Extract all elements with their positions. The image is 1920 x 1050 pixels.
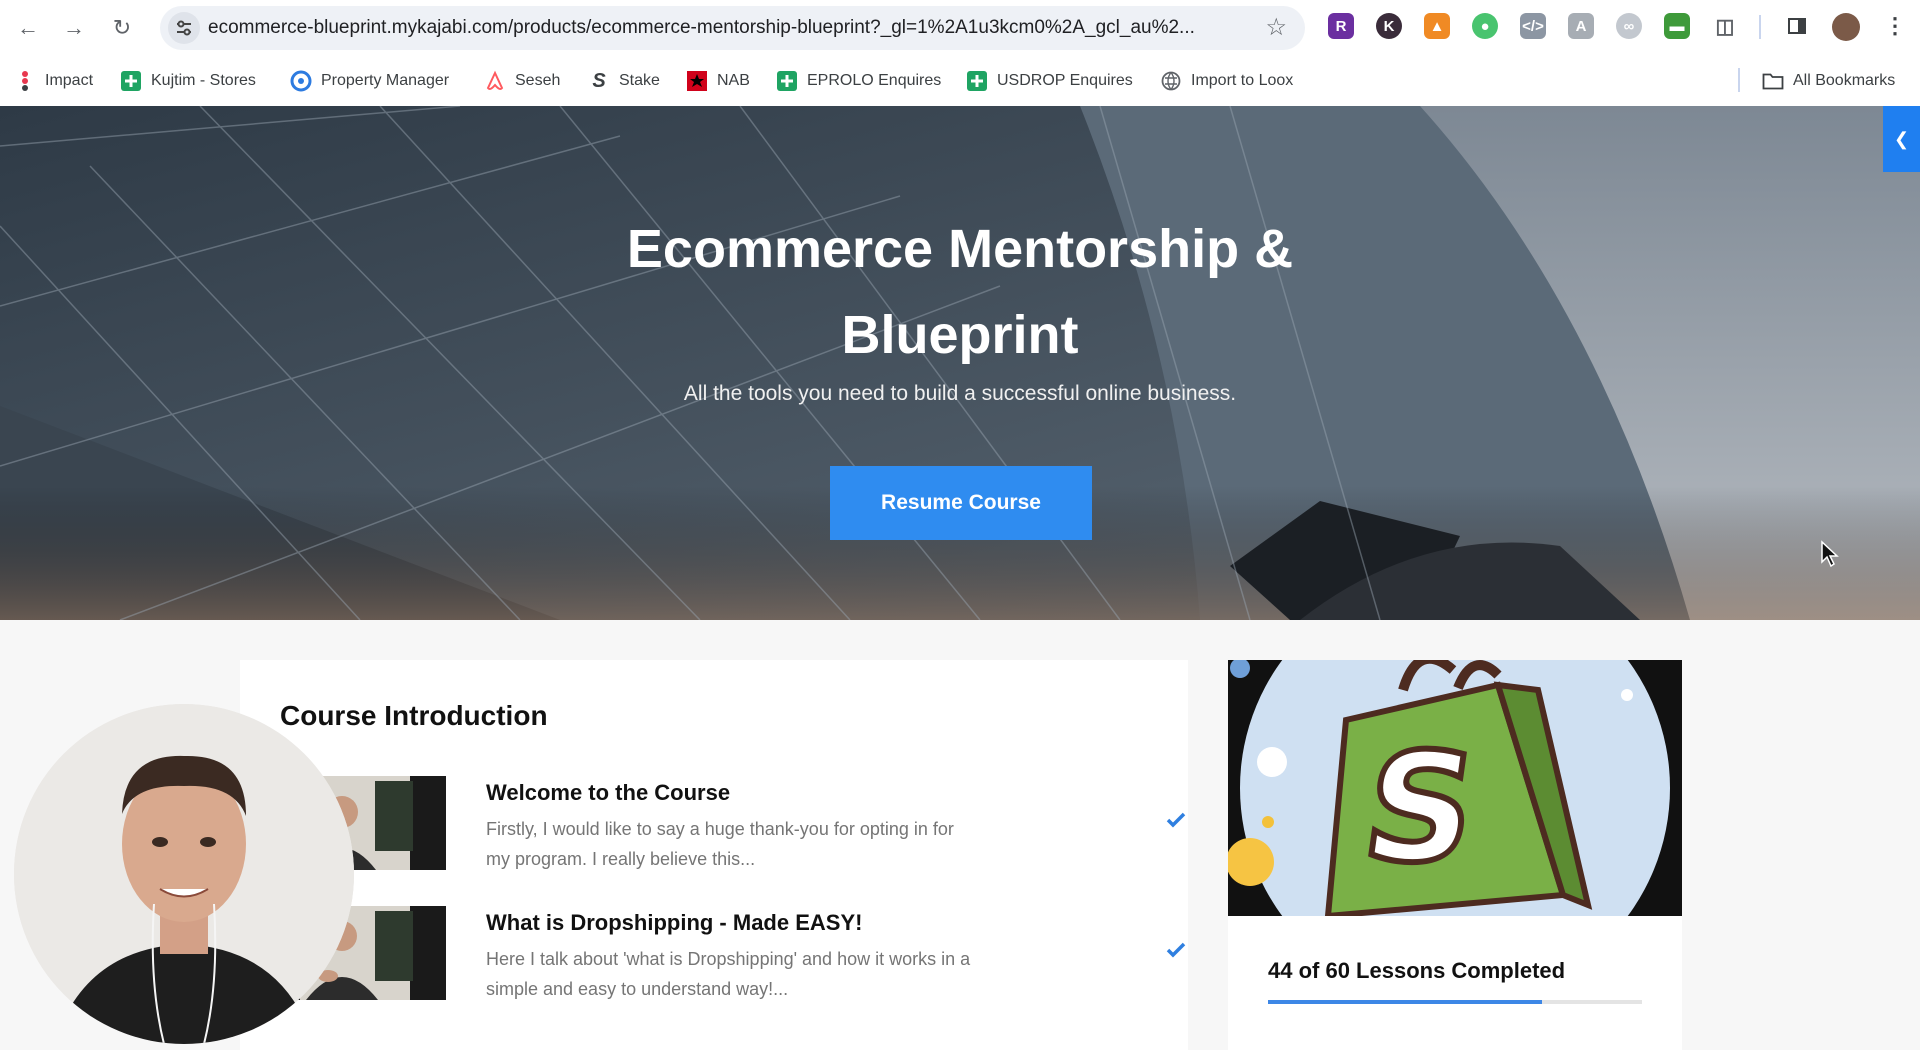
- bookmark-label: Import to Loox: [1191, 72, 1294, 89]
- sidebar-toggle[interactable]: ❮: [1883, 106, 1920, 172]
- extension-r-icon[interactable]: R: [1328, 13, 1354, 39]
- bookmark-star-icon[interactable]: ☆: [1265, 12, 1287, 44]
- lesson-description: Firstly, I would like to say a huge than…: [486, 814, 1046, 874]
- lesson-item[interactable]: Welcome to the Course Firstly, I would l…: [280, 776, 1186, 876]
- bookmark-label: USDROP Enquires: [997, 72, 1133, 89]
- bookmark-label: Property Manager: [321, 72, 450, 89]
- extensions-puzzle-icon[interactable]: ◫: [1712, 13, 1738, 39]
- course-title-line-1: Ecommerce Mentorship &: [626, 219, 1294, 279]
- lesson-description: Here I talk about 'what is Dropshipping'…: [486, 944, 1046, 1004]
- site-settings-icon[interactable]: [168, 12, 200, 44]
- bookmark-label: Kujtim - Stores: [151, 72, 256, 89]
- bookmark-usdrop-enquires[interactable]: USDROP Enquires: [966, 66, 1133, 96]
- lessons-completed-label: 44 of 60 Lessons Completed: [1268, 958, 1566, 983]
- extension-android-icon[interactable]: ●: [1472, 13, 1498, 39]
- lesson-title[interactable]: Welcome to the Course: [486, 780, 730, 806]
- extension-link-icon[interactable]: ∞: [1616, 13, 1642, 39]
- reload-icon[interactable]: ↻: [104, 10, 140, 46]
- course-introduction-card: Course Introduction Welcome to the Cours…: [240, 660, 1188, 1050]
- folder-icon: [1762, 70, 1784, 92]
- all-bookmarks[interactable]: All Bookmarks: [1762, 66, 1895, 96]
- resume-course-button[interactable]: Resume Course: [830, 466, 1092, 540]
- webcam-overlay[interactable]: [14, 704, 354, 1044]
- lesson-description-line: Here I talk about 'what is Dropshipping'…: [486, 949, 971, 969]
- sheets-plus-icon: [120, 70, 142, 92]
- course-title: Ecommerce Mentorship & Blueprint: [560, 206, 1360, 378]
- bookmarks-bar: Impact Kujtim - Stores Property Manager …: [0, 56, 1920, 107]
- extension-k-icon[interactable]: K: [1376, 13, 1402, 39]
- bookmark-seseh[interactable]: Seseh: [484, 66, 560, 96]
- extension-glasses-icon[interactable]: ▬: [1664, 13, 1690, 39]
- extension-a-icon[interactable]: A: [1568, 13, 1594, 39]
- bookmark-import-to-loox[interactable]: Import to Loox: [1160, 66, 1293, 96]
- bookmark-stake[interactable]: S Stake: [588, 66, 660, 96]
- all-bookmarks-label: All Bookmarks: [1793, 72, 1896, 89]
- lesson-description-line: simple and easy to understand way!...: [486, 979, 789, 999]
- bookmark-label: EPROLO Enquires: [807, 72, 942, 89]
- bookmark-property-manager[interactable]: Property Manager: [290, 66, 449, 96]
- bookmark-label: Stake: [619, 72, 660, 89]
- section-title: Course Introduction: [280, 700, 548, 731]
- lesson-item[interactable]: What is Dropshipping - Made EASY! Here I…: [280, 906, 1186, 1006]
- address-bar[interactable]: ecommerce-blueprint.mykajabi.com/product…: [160, 6, 1305, 50]
- presenter-video-image: [14, 704, 354, 1044]
- course-title-line-2: Blueprint: [841, 305, 1079, 365]
- mouse-cursor-icon: [1821, 540, 1839, 568]
- bookmarks-divider: [1738, 68, 1740, 92]
- browser-menu-icon[interactable]: ⋮: [1882, 13, 1908, 39]
- hero-banner: Ecommerce Mentorship & Blueprint All the…: [0, 106, 1920, 620]
- bookmark-kujtim-stores[interactable]: Kujtim - Stores: [120, 66, 256, 96]
- completed-check-icon: [1166, 812, 1186, 828]
- lesson-description-line: my program. I really believe this...: [486, 849, 756, 869]
- forward-arrow-icon[interactable]: →: [56, 10, 92, 46]
- toolbar-divider: [1759, 15, 1761, 39]
- bookmark-label: Impact: [45, 72, 94, 89]
- extension-code-icon[interactable]: </>: [1520, 13, 1546, 39]
- profile-avatar[interactable]: [1832, 13, 1860, 41]
- globe-icon: [1160, 70, 1182, 92]
- extension-fox-icon[interactable]: ▲: [1424, 13, 1450, 39]
- lesson-title[interactable]: What is Dropshipping - Made EASY!: [486, 910, 862, 936]
- back-arrow-icon[interactable]: ←: [10, 10, 46, 46]
- bookmark-label: Seseh: [515, 72, 561, 89]
- lesson-description-line: Firstly, I would like to say a huge than…: [486, 819, 954, 839]
- sheets-plus-icon: [966, 70, 988, 92]
- bookmark-eprolo-enquires[interactable]: EPROLO Enquires: [776, 66, 941, 96]
- url-text[interactable]: ecommerce-blueprint.mykajabi.com/product…: [208, 6, 1218, 50]
- course-progress-card: S 44 of 60 Lessons Completed: [1228, 660, 1682, 1050]
- chevron-left-icon: ❮: [1893, 128, 1910, 149]
- completed-check-icon: [1166, 942, 1186, 958]
- stake-icon: S: [592, 69, 606, 92]
- property-manager-icon: [290, 70, 312, 92]
- airbnb-icon: [484, 70, 506, 92]
- sheets-plus-icon: [776, 70, 798, 92]
- progress-bar: [1268, 1000, 1642, 1004]
- course-subtitle: All the tools you need to build a succes…: [683, 382, 1237, 405]
- bookmark-nab[interactable]: NAB: [686, 66, 750, 96]
- bookmark-impact[interactable]: Impact: [14, 66, 93, 96]
- nab-star-icon: [686, 70, 708, 92]
- side-panel-icon[interactable]: [1784, 13, 1810, 39]
- impact-icon: [14, 70, 36, 92]
- course-product-image: S: [1228, 660, 1682, 916]
- browser-toolbar: ← → ↻ ecommerce-blueprint.mykajabi.com/p…: [0, 0, 1920, 56]
- progress-bar-fill: [1268, 1000, 1543, 1004]
- bookmark-label: NAB: [717, 72, 750, 89]
